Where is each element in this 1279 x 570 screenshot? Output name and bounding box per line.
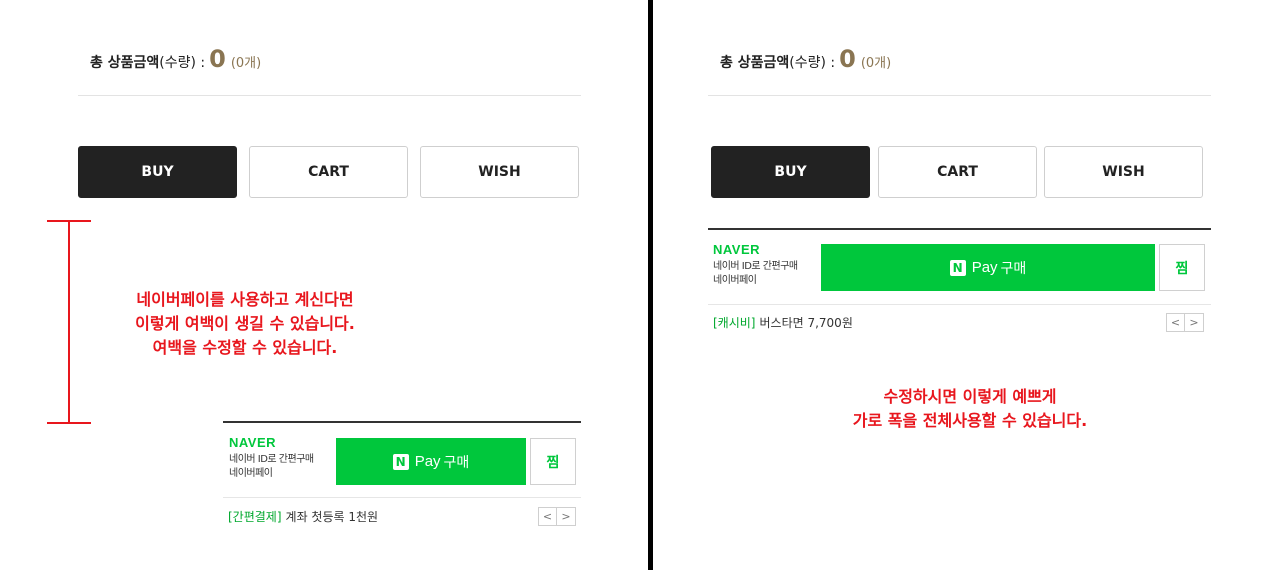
- buy-button[interactable]: BUY: [711, 146, 870, 198]
- promo-text: 계좌 첫등록 1천원: [285, 510, 379, 524]
- panel-divider: [648, 0, 653, 570]
- total-divider: [708, 95, 1211, 96]
- promo-prev-icon[interactable]: <: [538, 507, 557, 526]
- naver-logo: NAVER: [229, 435, 277, 450]
- naverpay-buy-label: 구매: [1000, 260, 1027, 277]
- naverpay-desc: 네이버 ID로 간편구매 네이버페이: [229, 453, 314, 481]
- naverpay-top-border: [708, 228, 1211, 230]
- naverpay-desc-line: 네이버페이: [229, 468, 273, 479]
- cart-button[interactable]: CART: [249, 146, 408, 198]
- total-label: 총 상품금액: [720, 55, 790, 71]
- naverpay-pay-label: Pay: [414, 453, 441, 470]
- naverpay-n-icon: N: [949, 259, 966, 276]
- promo-tag: [간편결제]: [228, 510, 282, 524]
- total-price: 총 상품금액 (수량) : 0 (0개): [720, 45, 891, 73]
- total-count: (0개): [230, 56, 262, 71]
- naverpay-desc-line: 네이버페이: [713, 275, 757, 286]
- naverpay-buy-button[interactable]: N Pay 구매: [336, 438, 526, 485]
- annotation-line: 가로 폭을 전체사용할 수 있습니다.: [852, 411, 1088, 430]
- total-qty-label: (수량) :: [159, 55, 206, 71]
- buy-button[interactable]: BUY: [78, 146, 237, 198]
- cart-button[interactable]: CART: [878, 146, 1037, 198]
- bracket-bottom: [47, 422, 91, 424]
- naverpay-pay-label: Pay: [971, 259, 998, 276]
- total-count: (0개): [860, 56, 892, 71]
- naverpay-separator: [708, 304, 1211, 305]
- promo-prev-icon[interactable]: <: [1166, 313, 1185, 332]
- naverpay-separator: [223, 497, 581, 498]
- promo-nav: < >: [1166, 313, 1204, 332]
- total-label: 총 상품금액: [90, 55, 160, 71]
- annotation-line: 네이버페이를 사용하고 계신다면: [136, 290, 354, 309]
- naverpay-desc: 네이버 ID로 간편구매 네이버페이: [713, 260, 798, 288]
- total-price: 총 상품금액 (수량) : 0 (0개): [90, 45, 261, 73]
- annotation-line: 여백을 수정할 수 있습니다.: [152, 338, 338, 357]
- annotation-line: 수정하시면 이렇게 예쁘게: [883, 387, 1057, 406]
- total-divider: [78, 95, 581, 96]
- naverpay-buy-label: 구매: [443, 454, 470, 471]
- annotation-line: 이렇게 여백이 생길 수 있습니다.: [135, 314, 355, 333]
- naverpay-desc-line: 네이버 ID로 간편구매: [229, 454, 314, 465]
- naverpay-desc-line: 네이버 ID로 간편구매: [713, 261, 798, 272]
- total-amount: 0: [839, 45, 856, 73]
- naverpay-top-border: [223, 421, 581, 423]
- wish-button[interactable]: WISH: [1044, 146, 1203, 198]
- bracket-line: [68, 221, 70, 423]
- fullwidth-annotation: 수정하시면 이렇게 예쁘게 가로 폭을 전체사용할 수 있습니다.: [800, 385, 1140, 433]
- naverpay-n-icon: N: [392, 453, 409, 470]
- naverpay-promo: [간편결제] 계좌 첫등록 1천원: [228, 508, 378, 525]
- whitespace-annotation: 네이버페이를 사용하고 계신다면 이렇게 여백이 생길 수 있습니다. 여백을 …: [100, 288, 390, 360]
- naverpay-zzim-button[interactable]: 찜: [530, 438, 576, 485]
- promo-nav: < >: [538, 507, 576, 526]
- wish-button[interactable]: WISH: [420, 146, 579, 198]
- naverpay-buy-button[interactable]: N Pay 구매: [821, 244, 1155, 291]
- naverpay-promo: [캐시비] 버스타면 7,700원: [713, 314, 853, 331]
- promo-next-icon[interactable]: >: [1185, 313, 1204, 332]
- naverpay-zzim-button[interactable]: 찜: [1159, 244, 1205, 291]
- promo-next-icon[interactable]: >: [557, 507, 576, 526]
- promo-tag: [캐시비]: [713, 316, 756, 330]
- promo-text: 버스타면 7,700원: [759, 316, 853, 330]
- total-qty-label: (수량) :: [789, 55, 836, 71]
- total-amount: 0: [209, 45, 226, 73]
- naver-logo: NAVER: [713, 242, 761, 257]
